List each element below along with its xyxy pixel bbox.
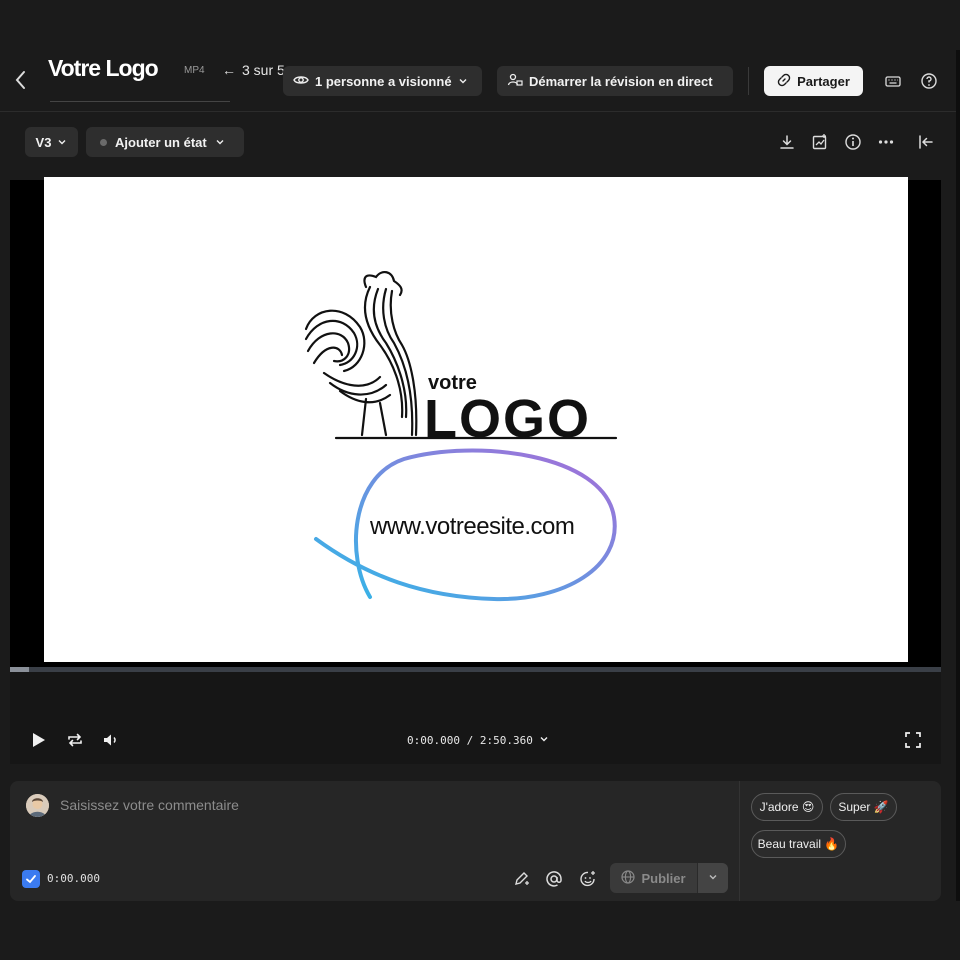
version-label: V3 [35,134,52,150]
live-review-button[interactable]: Démarrer la révision en direct [497,66,733,96]
people-icon [507,72,523,91]
chevron-down-icon [458,74,468,89]
fullscreen-icon[interactable] [903,730,923,750]
globe-icon [621,869,636,887]
window-edge [956,50,960,960]
emoji-icon[interactable] [579,870,597,888]
divider [748,67,749,95]
title-underline [50,101,230,102]
reaction-beau-travail[interactable]: Beau travail 🔥 [751,830,846,858]
viewers-dropdown[interactable]: 1 personne a visionné [283,66,482,96]
info-icon[interactable] [844,133,862,151]
chevron-down-icon [539,734,549,747]
timecode: 0:00.000 / 2:50.360 [407,734,533,747]
download-icon[interactable] [778,133,796,151]
page-title: Votre Logo [48,55,159,81]
volume-icon[interactable] [101,730,121,750]
comment-input[interactable]: Saisissez votre commentaire [60,797,239,813]
timestamp-checkbox[interactable] [22,870,40,888]
review-label: Démarrer la révision en direct [529,73,713,89]
more-options-icon[interactable] [877,133,895,151]
keyboard-icon[interactable] [884,72,902,90]
chevron-down-icon [215,135,225,150]
pager-label: 3 sur 5 [242,62,285,78]
avatar [26,794,49,817]
asset-toolbar: V3 Ajouter un état [0,113,956,173]
share-button[interactable]: Partager [764,66,863,96]
website-text: www.votreesite.com [369,513,574,540]
version-dropdown[interactable]: V3 [25,127,78,157]
status-label: Ajouter un état [115,134,207,150]
app-window: Votre Logo MP4 ← 3 sur 5 → 1 personne a … [0,0,960,960]
loop-icon[interactable] [65,730,85,750]
publish-button[interactable]: Publier [610,863,697,893]
status-dropdown[interactable]: Ajouter un état [86,127,244,157]
comment-panel: Saisissez votre commentaire 0:00.000 Pub… [10,781,941,901]
viewers-label: 1 personne a visionné [315,73,452,89]
draw-icon[interactable] [513,870,531,888]
play-icon[interactable] [28,730,48,750]
eye-icon [293,72,309,91]
publish-button-group: Publier [610,863,728,893]
brand-big: LOGO [424,389,591,449]
help-icon[interactable] [920,72,938,90]
comment-timestamp: 0:00.000 [47,872,100,885]
reaction-jadore[interactable]: J'adore 😍 [751,793,823,821]
publish-label: Publier [641,870,686,886]
link-icon [777,73,791,90]
divider [739,781,740,901]
timecode-dropdown[interactable]: 0:00.000 / 2:50.360 [407,734,549,747]
video-frame: votre LOGO www.votreesite.com [44,177,908,662]
prev-arrow-icon[interactable]: ← [222,62,236,78]
bottom-area [0,901,960,960]
publish-options-dropdown[interactable] [697,863,728,893]
share-label: Partager [797,73,850,89]
file-format-badge: MP4 [184,65,205,76]
header: Votre Logo MP4 ← 3 sur 5 → 1 personne a … [0,50,956,112]
mention-icon[interactable] [545,870,563,888]
chevron-down-icon [708,869,718,887]
video-player[interactable]: votre LOGO www.votreesite.com [10,177,941,667]
player-controls: 0:00.000 / 2:50.360 [10,672,941,764]
status-dot-icon [100,138,107,146]
reaction-super[interactable]: Super 🚀 [830,793,897,821]
logo-artwork: votre LOGO www.votreesite.com [304,271,618,602]
compare-icon[interactable] [811,133,829,151]
back-chevron-icon[interactable] [12,68,30,92]
chevron-down-icon [57,135,67,150]
collapse-panel-icon[interactable] [917,133,935,151]
